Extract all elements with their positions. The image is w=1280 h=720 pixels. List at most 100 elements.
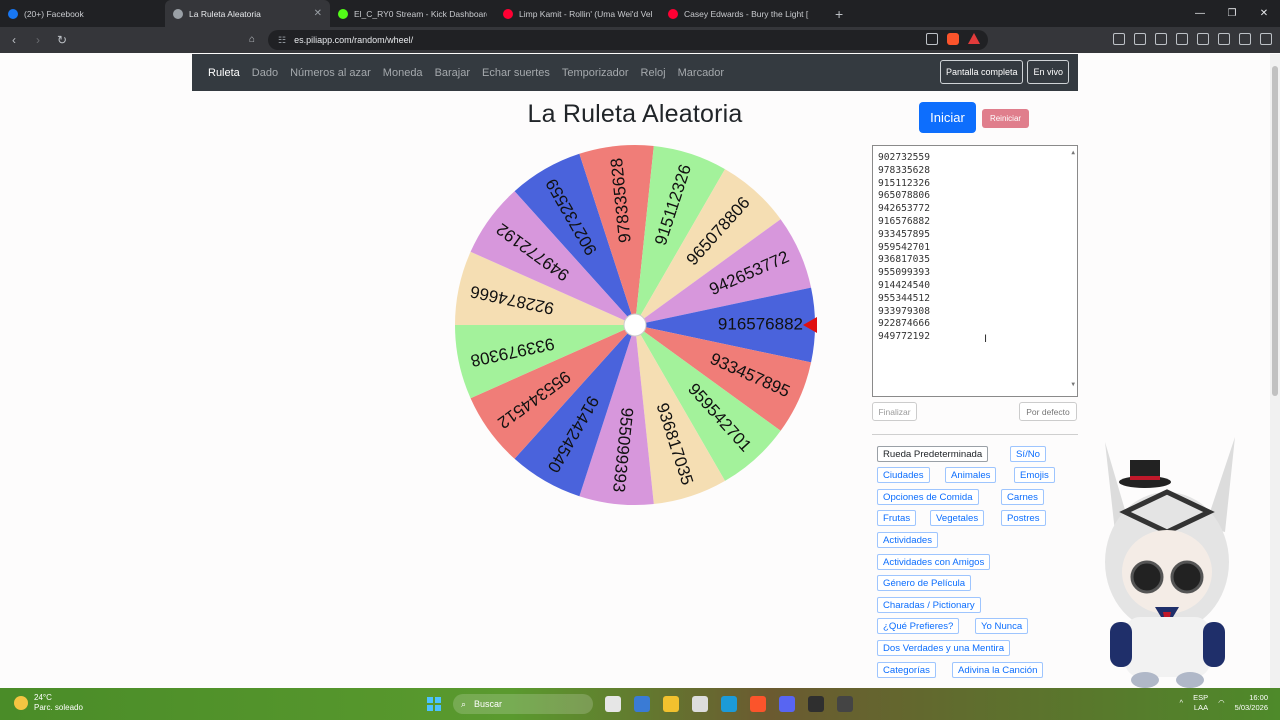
store-icon[interactable] [634, 696, 650, 712]
folder-icon[interactable] [663, 696, 679, 712]
close-tab-icon[interactable]: ✕ [314, 8, 322, 19]
windows-start-icon[interactable] [427, 697, 441, 711]
site-navbar: Ruleta Dado Números al azar Moneda Barajar Ec… [192, 54, 1078, 91]
kick-icon [338, 8, 348, 19]
brave-shield-icon[interactable] [947, 33, 959, 45]
wheel-container[interactable]: 902732559 978335628 915112326 965078806 9426… [450, 140, 820, 510]
preset-button[interactable]: Charadas / Pictionary [877, 597, 981, 613]
preset-button[interactable]: Actividades con Amigos [877, 554, 991, 570]
youtube-icon [668, 8, 678, 19]
nav-link[interactable]: Números al azar [290, 67, 371, 79]
maximize-button[interactable]: ❐ [1216, 0, 1248, 27]
globe-icon [173, 8, 183, 19]
fullscreen-button[interactable]: Pantalla completa [939, 60, 1024, 84]
brave-rewards-icon[interactable] [968, 33, 980, 44]
tray-chevron-icon[interactable]: ^ [1180, 698, 1184, 708]
preset-button[interactable]: Postres [1001, 510, 1046, 526]
browser-tab[interactable]: El_C_RY0 Stream - Kick Dashboard [330, 0, 495, 27]
preset-button[interactable]: Categorías [877, 662, 936, 678]
preset-button[interactable]: Rueda Predeterminada [877, 446, 989, 462]
browser-tab-bar: (20+) Facebook La Ruleta Aleatoria ✕ El_C_R… [0, 0, 1280, 27]
minimize-button[interactable]: — [1184, 0, 1216, 27]
scroll-down-icon[interactable]: ▼ [1071, 379, 1075, 392]
vpn-icon[interactable] [1239, 33, 1251, 45]
scrollbar-thumb[interactable] [1272, 66, 1278, 396]
menu-icon[interactable] [1260, 33, 1272, 45]
weather-widget[interactable]: 24°C Parc. soleado [14, 693, 83, 713]
file-explorer-icon[interactable] [605, 696, 621, 712]
tab-list: (20+) Facebook La Ruleta Aleatoria ✕ El_C_R… [0, 0, 825, 27]
preset-button[interactable]: Actividades [877, 532, 939, 548]
extension-icon[interactable] [1134, 33, 1146, 45]
taskbar-search[interactable]: ⌕ Buscar [453, 694, 593, 714]
tab-title: Casey Edwards - Bury the Light [ [684, 8, 809, 19]
nav-link[interactable]: Moneda [383, 67, 423, 79]
nav-link[interactable]: Echar suertes [482, 67, 550, 79]
nav-link[interactable]: Ruleta [208, 67, 240, 79]
nav-link[interactable]: Marcador [678, 67, 724, 79]
default-button[interactable]: Por defecto [1019, 402, 1077, 421]
preset-button[interactable]: Animales [945, 467, 997, 483]
obs-icon[interactable] [837, 696, 853, 712]
nav-link[interactable]: Reloj [641, 67, 666, 79]
preset-button[interactable]: Ciudades [877, 467, 930, 483]
entry-line: 949772192 [878, 331, 930, 343]
wallet-icon[interactable] [1197, 33, 1209, 45]
preset-button[interactable]: Sí/No [1010, 446, 1046, 462]
steam-icon[interactable] [808, 696, 824, 712]
preset-button[interactable]: Adivina la Canción [952, 662, 1044, 678]
live-button[interactable]: En vivo [1027, 60, 1069, 84]
entry-line: 915112326 [878, 177, 930, 189]
download-icon[interactable] [1218, 33, 1230, 45]
address-bar: ‹ › ↻ ⌂ ☷ es.piliapp.com/random/wheel/ [0, 27, 1280, 53]
preset-button[interactable]: Emojis [1014, 467, 1055, 483]
bookmark-icon[interactable]: ⌂ [249, 34, 255, 45]
preset-button[interactable]: Dos Verdades y una Mentira [877, 640, 1011, 656]
brave-icon[interactable] [750, 696, 766, 712]
preset-button[interactable]: Yo Nunca [975, 618, 1029, 634]
wheel-hub[interactable] [623, 313, 647, 337]
reload-button[interactable]: ↻ [52, 33, 72, 47]
scroll-up-icon[interactable]: ▲ [1071, 147, 1075, 160]
preset-button[interactable]: Género de Película [877, 575, 972, 591]
reset-button[interactable]: Reiniciar [982, 109, 1029, 128]
close-window-button[interactable]: ✕ [1248, 0, 1280, 27]
url-actions [926, 33, 980, 45]
browser-tab[interactable]: Casey Edwards - Bury the Light [ [660, 0, 825, 27]
start-button[interactable]: Iniciar [919, 102, 976, 133]
new-tab-button[interactable]: + [825, 0, 853, 27]
language-indicator[interactable]: ESP LAA [1193, 693, 1208, 713]
url-field[interactable]: ☷ es.piliapp.com/random/wheel/ [268, 30, 988, 50]
forward-button[interactable]: › [28, 33, 48, 47]
wifi-icon[interactable]: ◠ [1218, 698, 1225, 708]
page-scrollbar[interactable] [1270, 54, 1280, 688]
preset-button[interactable]: Opciones de Comida [877, 489, 979, 505]
entries-list: 902732559 978335628 915112326 965078806 9426… [878, 152, 1072, 344]
site-info-icon[interactable]: ☷ [278, 35, 286, 46]
browser-tab[interactable]: (20+) Facebook [0, 0, 165, 27]
nav-link[interactable]: Temporizador [562, 67, 629, 79]
preset-button[interactable]: ¿Qué Prefieres? [877, 618, 960, 634]
entries-textarea[interactable]: 902732559 978335628 915112326 965078806 9426… [872, 145, 1078, 397]
youtube-icon [503, 8, 513, 19]
preset-button[interactable]: Frutas [877, 510, 917, 526]
widgets-icon[interactable] [692, 696, 708, 712]
tab-title: La Ruleta Aleatoria [189, 8, 261, 19]
wheel[interactable]: 902732559 978335628 9151123269650788069426… [450, 140, 820, 510]
extension-icon[interactable] [1113, 33, 1125, 45]
discord-icon[interactable] [779, 696, 795, 712]
preset-button[interactable]: Vegetales [930, 510, 985, 526]
sidebar-icon[interactable] [1176, 33, 1188, 45]
music-icon[interactable] [1155, 33, 1167, 45]
edge-icon[interactable] [721, 696, 737, 712]
clock[interactable]: 16:00 5/03/2026 [1235, 693, 1268, 713]
browser-tab[interactable]: La Ruleta Aleatoria ✕ [165, 0, 330, 27]
finish-button[interactable]: Finalizar [872, 402, 917, 421]
browser-tab[interactable]: Limp Kamit - Rollin' (Uma Wei'd Vehic [495, 0, 660, 27]
preset-button[interactable]: Carnes [1001, 489, 1044, 505]
nav-link[interactable]: Barajar [435, 67, 470, 79]
page-title: La Ruleta Aleatoria [527, 100, 743, 128]
back-button[interactable]: ‹ [4, 33, 24, 47]
share-icon[interactable] [926, 33, 938, 45]
nav-link[interactable]: Dado [252, 67, 278, 79]
